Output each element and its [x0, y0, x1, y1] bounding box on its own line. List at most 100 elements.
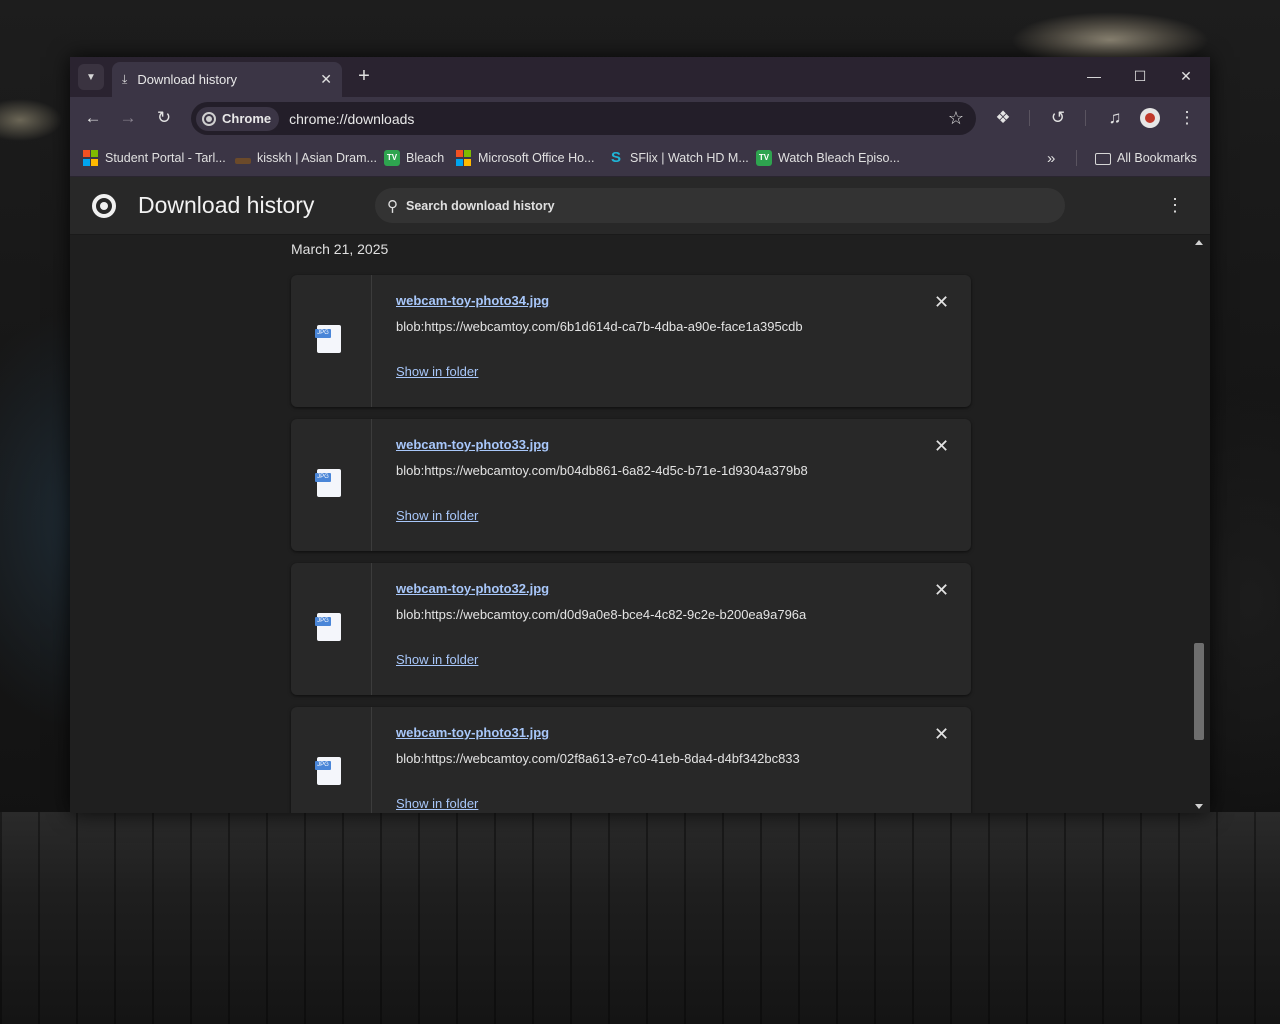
all-bookmarks-button[interactable]: All Bookmarks	[1095, 149, 1197, 167]
maximize-button[interactable]: ☐	[1117, 57, 1163, 95]
kebab-menu-icon: ⋮	[1166, 195, 1184, 215]
bookmark-item[interactable]: Student Portal - Tarl...	[83, 149, 226, 167]
forward-button[interactable]: →	[116, 106, 140, 130]
all-bookmarks-label: All Bookmarks	[1117, 151, 1197, 165]
show-in-folder-link[interactable]: Show in folder	[396, 508, 478, 523]
desktop-floor	[0, 812, 1280, 1024]
show-in-folder-link[interactable]: Show in folder	[396, 796, 478, 811]
tv-icon: TV	[384, 150, 400, 166]
minimize-button[interactable]: —	[1071, 57, 1117, 95]
tv-icon: TV	[756, 150, 772, 166]
toolbar-divider	[1029, 110, 1030, 126]
toolbar-divider	[1085, 110, 1086, 126]
microsoft-icon	[83, 150, 99, 166]
chrome-icon	[202, 111, 216, 126]
reload-icon: ↻	[156, 108, 172, 127]
bookmark-item[interactable]: TV Bleach	[384, 149, 444, 167]
download-item: webcam-toy-photo32.jpg blob:https://webc…	[291, 563, 971, 695]
file-source-url: blob:https://webcamtoy.com/02f8a613-e7c0…	[396, 751, 800, 766]
remove-item-icon[interactable]: ✕	[934, 580, 949, 601]
file-source-url: blob:https://webcamtoy.com/d0d9a0e8-bce4…	[396, 607, 807, 622]
toolbar: ← → ↻ Chrome chrome://downloads ☆ ❖ ↺ ♫	[70, 97, 1210, 139]
file-source-url: blob:https://webcamtoy.com/b04db861-6a82…	[396, 463, 808, 478]
remove-item-icon[interactable]: ✕	[934, 724, 949, 745]
page-title: Download history	[138, 192, 315, 218]
bookmark-item[interactable]: S SFlix | Watch HD M...	[608, 149, 749, 167]
chip-label: Chrome	[222, 111, 272, 126]
remove-item-icon[interactable]: ✕	[934, 292, 949, 313]
download-icon: ⤓	[122, 72, 128, 86]
file-icon-column	[291, 419, 372, 551]
scroll-down-arrow-icon[interactable]	[1195, 804, 1203, 809]
file-name-link[interactable]: webcam-toy-photo31.jpg	[396, 725, 549, 740]
bookmark-label: Watch Bleach Episo...	[778, 151, 900, 165]
chevron-down-icon: ▼	[86, 71, 96, 83]
jpg-file-icon	[315, 613, 341, 641]
page-header: Download history ⚲ ⋮	[70, 177, 1210, 235]
file-icon-column	[291, 275, 372, 407]
tab-download-history[interactable]: ⤓ Download history ✕	[112, 62, 342, 97]
tab-title: Download history	[137, 72, 238, 87]
file-source-url: blob:https://webcamtoy.com/6b1d614d-ca7b…	[396, 319, 803, 334]
reload-button[interactable]: ↻	[152, 106, 176, 130]
kebab-menu-icon: ⋮	[1178, 108, 1196, 127]
bookmark-star-icon[interactable]: ☆	[948, 108, 964, 129]
download-item: webcam-toy-photo33.jpg blob:https://webc…	[291, 419, 971, 551]
file-icon-column	[291, 563, 372, 695]
page-scrollbar[interactable]	[1192, 236, 1206, 813]
arrow-right-icon: →	[119, 108, 137, 127]
url-text[interactable]: chrome://downloads	[289, 111, 948, 127]
bookmark-item[interactable]: Microsoft Office Ho...	[456, 149, 594, 167]
bookmarks-divider	[1076, 150, 1077, 166]
jpg-file-icon	[315, 757, 341, 785]
tab-close-icon[interactable]: ✕	[320, 71, 332, 88]
date-heading: March 21, 2025	[291, 241, 389, 257]
tab-search-button[interactable]: ▼	[78, 64, 104, 90]
media-control-button[interactable]: ♫	[1103, 106, 1127, 130]
search-box[interactable]: ⚲	[375, 188, 1065, 223]
file-name-link[interactable]: webcam-toy-photo32.jpg	[396, 581, 549, 596]
bookmark-item[interactable]: TV Watch Bleach Episo...	[756, 149, 900, 167]
remove-item-icon[interactable]: ✕	[934, 436, 949, 457]
download-item: webcam-toy-photo31.jpg blob:https://webc…	[291, 707, 971, 813]
file-name-link[interactable]: webcam-toy-photo34.jpg	[396, 293, 549, 308]
bookmark-label: Bleach	[406, 151, 445, 165]
site-info-chip[interactable]: Chrome	[196, 106, 280, 131]
playlist-icon: ♫	[1108, 108, 1122, 127]
file-icon-column	[291, 707, 372, 813]
folder-icon	[1095, 153, 1111, 165]
new-tab-button[interactable]: +	[352, 65, 376, 89]
search-icon: ⚲	[387, 197, 398, 215]
close-window-button[interactable]: ✕	[1163, 57, 1209, 95]
extensions-button[interactable]: ❖	[991, 106, 1015, 130]
chevron-double-right-icon: »	[1047, 149, 1056, 167]
arrow-left-icon: ←	[84, 108, 102, 127]
kisskh-icon	[235, 157, 251, 164]
sflix-icon: S	[610, 149, 621, 166]
bookmark-item[interactable]: kisskh | Asian Dram...	[235, 149, 377, 167]
scrollbar-thumb[interactable]	[1194, 643, 1204, 740]
puzzle-icon: ❖	[995, 108, 1011, 127]
tab-strip: ▼ ⤓ Download history ✕ + — ☐ ✕	[70, 57, 1210, 97]
history-button[interactable]: ↺	[1046, 106, 1070, 130]
more-bookmarks-button[interactable]: »	[1047, 149, 1055, 167]
jpg-file-icon	[315, 325, 341, 353]
download-list: webcam-toy-photo34.jpg blob:https://webc…	[291, 275, 971, 813]
browser-menu-button[interactable]: ⋮	[1175, 106, 1199, 130]
bookmark-label: SFlix | Watch HD M...	[630, 151, 749, 165]
page-menu-button[interactable]: ⋮	[1166, 195, 1184, 216]
bookmark-label: Microsoft Office Ho...	[478, 151, 595, 165]
jpg-file-icon	[315, 469, 341, 497]
bookmark-label: Student Portal - Tarl...	[105, 151, 226, 165]
microsoft-icon	[456, 150, 472, 166]
show-in-folder-link[interactable]: Show in folder	[396, 652, 478, 667]
downloads-page: Download history ⚲ ⋮ March 21, 2025 webc…	[70, 177, 1210, 813]
back-button[interactable]: ←	[81, 106, 105, 130]
address-bar[interactable]: Chrome chrome://downloads ☆	[191, 102, 976, 135]
chrome-logo-icon	[92, 194, 116, 218]
scroll-up-arrow-icon[interactable]	[1195, 240, 1203, 245]
show-in-folder-link[interactable]: Show in folder	[396, 364, 478, 379]
file-name-link[interactable]: webcam-toy-photo33.jpg	[396, 437, 549, 452]
profile-avatar[interactable]	[1140, 108, 1160, 128]
search-input[interactable]	[406, 198, 1006, 213]
